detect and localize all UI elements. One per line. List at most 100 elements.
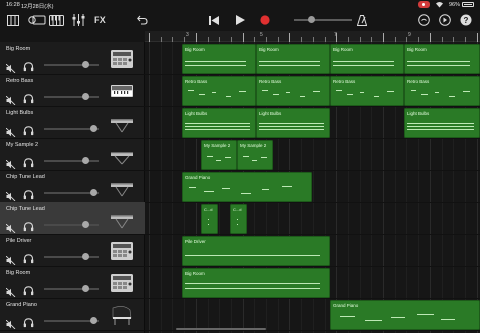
track-volume-slider[interactable] (44, 61, 99, 68)
region[interactable]: Retro Bass (330, 76, 404, 106)
loop-browser-icon[interactable] (417, 13, 431, 27)
region-notes (233, 215, 244, 231)
track-volume-slider[interactable] (44, 285, 99, 292)
region[interactable]: C...d (201, 204, 218, 234)
go-to-start-icon[interactable] (207, 13, 221, 27)
headphones-icon[interactable] (23, 315, 34, 333)
keyboard-stand-icon (110, 176, 134, 198)
midi-note (198, 94, 206, 95)
grand-piano-icon (110, 304, 134, 326)
track-header[interactable]: Pile Driver (0, 234, 145, 267)
midi-note (237, 224, 239, 225)
track-volume-knob[interactable] (82, 157, 89, 164)
track-volume-knob[interactable] (90, 317, 97, 324)
timeline-ruler[interactable]: + 35791113 (145, 31, 480, 42)
midi-note (407, 123, 474, 124)
undo-icon[interactable] (135, 13, 149, 27)
track-header[interactable]: Big Room (0, 42, 145, 75)
track-volume-slider[interactable] (44, 253, 99, 260)
track-volume-knob[interactable] (82, 93, 89, 100)
track-header[interactable]: Big Room (0, 266, 145, 299)
midi-note (333, 65, 395, 66)
track-header[interactable]: Chip Tune Lead (0, 170, 145, 203)
midi-note (240, 193, 251, 194)
mute-icon[interactable] (5, 316, 16, 333)
track-name: Big Room (6, 46, 31, 52)
region[interactable]: My Sample 2 (237, 140, 273, 170)
midi-note (407, 65, 470, 66)
region-label: My Sample 2 (204, 143, 231, 148)
region-notes (185, 247, 327, 263)
region[interactable]: Big Room (182, 268, 330, 298)
region[interactable]: Light Bulbs (256, 108, 330, 138)
track-volume-knob[interactable] (82, 253, 89, 260)
help-icon[interactable]: ? (459, 13, 473, 27)
svg-text:?: ? (464, 16, 469, 25)
horizontal-scrollbar[interactable] (176, 328, 266, 330)
ruler-bar-number: 7 (334, 32, 337, 38)
track-volume-slider[interactable] (44, 221, 99, 228)
track-header[interactable]: My Sample 2 (0, 138, 145, 171)
region[interactable]: Grand Piano (182, 172, 312, 202)
region[interactable]: C...d (230, 204, 247, 234)
region[interactable]: Big Room (256, 44, 330, 74)
drum-machine-icon (110, 240, 134, 262)
track-header[interactable]: Grand Piano (0, 298, 145, 331)
region[interactable]: Pile Driver (182, 236, 330, 266)
track-volume-slider[interactable] (44, 189, 99, 196)
midi-note (203, 191, 214, 192)
region[interactable]: Big Room (330, 44, 404, 74)
region[interactable]: Big Room (404, 44, 480, 74)
region[interactable]: Retro Bass (256, 76, 330, 106)
mixer-icon[interactable] (70, 13, 86, 27)
track-volume-knob[interactable] (82, 285, 89, 292)
midi-note (185, 255, 320, 256)
master-volume-slider[interactable] (294, 16, 352, 23)
fx-button[interactable]: FX (92, 13, 108, 27)
fx-label: FX (93, 15, 107, 25)
region[interactable]: Light Bulbs (182, 108, 256, 138)
grid-line (149, 42, 150, 333)
region[interactable]: Big Room (182, 44, 256, 74)
region-label: Grand Piano (333, 303, 359, 308)
ruler-tick (429, 33, 431, 42)
track-volume-slider[interactable] (44, 93, 99, 100)
metronome-icon[interactable] (355, 13, 369, 27)
ff-icon[interactable] (438, 13, 452, 27)
region[interactable]: Light Bulbs (404, 108, 480, 138)
track-volume-knob[interactable] (82, 61, 89, 68)
play-icon[interactable] (233, 13, 247, 27)
region[interactable]: My Sample 2 (201, 140, 237, 170)
track-volume-knob[interactable] (90, 125, 97, 132)
timeline-area[interactable]: Big Room Big Room Big Room Big Room Retro Ba… (145, 42, 480, 333)
region-notes (407, 55, 477, 71)
battery-icon (462, 2, 474, 7)
region[interactable]: Grand Piano (330, 300, 480, 330)
region-label: Grand Piano (185, 175, 211, 180)
track-volume-slider[interactable] (44, 317, 99, 324)
master-volume-knob[interactable] (308, 16, 315, 23)
track-volume-knob[interactable] (82, 221, 89, 228)
track-volume-slider[interactable] (44, 125, 99, 132)
track-header[interactable]: Chip Tune Lead (0, 202, 145, 235)
record-icon[interactable] (258, 13, 272, 27)
region-notes (185, 55, 253, 71)
region[interactable]: Retro Bass (404, 76, 480, 106)
midi-note (262, 90, 268, 91)
tracks-view-icon[interactable] (28, 13, 46, 27)
browser-icon[interactable] (6, 13, 20, 27)
midi-note (185, 61, 247, 62)
ruler-bar-number: 3 (186, 32, 189, 38)
track-volume-slider[interactable] (44, 157, 99, 164)
keyboard-icon[interactable] (48, 13, 64, 27)
midi-note (243, 156, 249, 157)
track-header[interactable]: Retro Bass (0, 74, 145, 107)
midi-note (185, 126, 250, 127)
track-name: Retro Bass (6, 78, 34, 84)
ruler-tick (476, 33, 478, 42)
region[interactable]: Retro Bass (182, 76, 256, 106)
battery-percent: 96% (449, 2, 461, 8)
screen-recording-icon (418, 1, 430, 8)
track-header[interactable]: Light Bulbs (0, 106, 145, 139)
track-volume-knob[interactable] (90, 189, 97, 196)
